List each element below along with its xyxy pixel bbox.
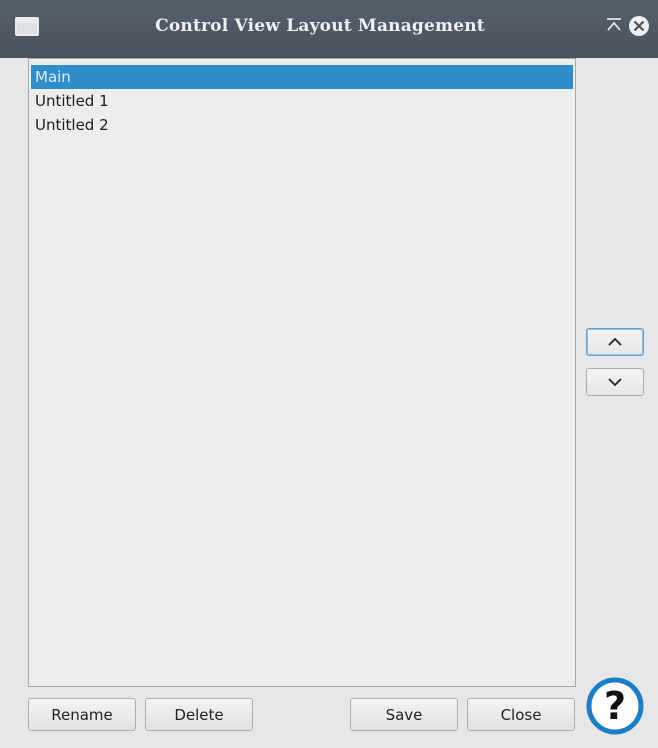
rename-button[interactable]: Rename: [28, 698, 136, 731]
close-button[interactable]: Close: [467, 698, 575, 731]
move-up-button[interactable]: [586, 328, 644, 356]
chevron-up-icon: [608, 337, 622, 346]
list-item[interactable]: Main: [31, 65, 573, 89]
window-icon[interactable]: [15, 17, 39, 36]
title-bar[interactable]: Control View Layout Management: [0, 0, 658, 58]
close-icon[interactable]: [628, 15, 650, 37]
list-item[interactable]: Untitled 2: [31, 113, 573, 137]
chevron-down-icon: [608, 378, 622, 387]
move-down-button[interactable]: [586, 368, 644, 396]
layout-management-dialog: Control View Layout Management Main Unti…: [0, 0, 658, 748]
window-title: Control View Layout Management: [155, 16, 485, 36]
minimize-icon[interactable]: [606, 16, 622, 34]
help-icon[interactable]: ?: [585, 676, 645, 736]
svg-text:?: ?: [604, 684, 626, 728]
list-item[interactable]: Untitled 1: [31, 89, 573, 113]
save-button[interactable]: Save: [350, 698, 458, 731]
delete-button[interactable]: Delete: [145, 698, 253, 731]
layout-list[interactable]: Main Untitled 1 Untitled 2: [28, 58, 576, 687]
